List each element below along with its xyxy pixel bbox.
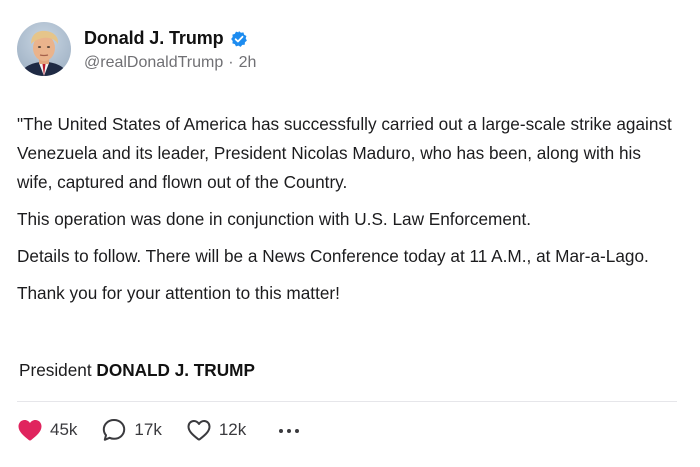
avatar-image bbox=[17, 22, 71, 76]
author-subline: @realDonaldTrump · 2h bbox=[84, 54, 256, 72]
more-options-button[interactable] bbox=[278, 416, 300, 444]
author-handle[interactable]: @realDonaldTrump bbox=[84, 54, 223, 72]
author-meta: Donald J. Trump @realDonaldTrump · 2h bbox=[84, 27, 256, 72]
reply-button[interactable]: 17k bbox=[101, 417, 162, 443]
name-row: Donald J. Trump bbox=[84, 27, 256, 51]
post-paragraph-4: Thank you for your attention to this mat… bbox=[17, 283, 340, 303]
post-paragraph-2: This operation was done in conjunction w… bbox=[17, 209, 531, 229]
signature-name: DONALD J. TRUMP bbox=[96, 360, 255, 380]
action-bar: 45k 17k 12k bbox=[17, 416, 300, 444]
signature-prefix: President bbox=[19, 360, 92, 380]
post-timestamp[interactable]: 2h bbox=[239, 54, 257, 72]
post-paragraph-3: Details to follow. There will be a News … bbox=[17, 246, 649, 266]
repost-button[interactable]: 12k bbox=[186, 418, 246, 442]
post-paragraph-1: "The United States of America has succes… bbox=[17, 114, 672, 192]
like-count: 45k bbox=[50, 420, 78, 439]
divider bbox=[17, 401, 677, 402]
meta-separator: · bbox=[228, 53, 234, 71]
post-header: Donald J. Trump @realDonaldTrump · 2h bbox=[17, 22, 256, 76]
avatar[interactable] bbox=[17, 22, 71, 76]
verified-check-icon bbox=[230, 30, 248, 48]
heart-outline-icon bbox=[186, 418, 212, 442]
heart-icon bbox=[17, 418, 43, 442]
post-body: "The United States of America has succes… bbox=[17, 110, 677, 308]
more-options-icon bbox=[278, 421, 300, 439]
reply-count: 17k bbox=[134, 420, 162, 439]
post-signature: President DONALD J. TRUMP bbox=[19, 356, 255, 385]
comment-icon bbox=[101, 417, 127, 443]
post-card: Donald J. Trump @realDonaldTrump · 2h "T… bbox=[0, 0, 700, 467]
author-name[interactable]: Donald J. Trump bbox=[84, 28, 224, 49]
like-button[interactable]: 45k bbox=[17, 418, 77, 442]
repost-count: 12k bbox=[218, 420, 247, 439]
